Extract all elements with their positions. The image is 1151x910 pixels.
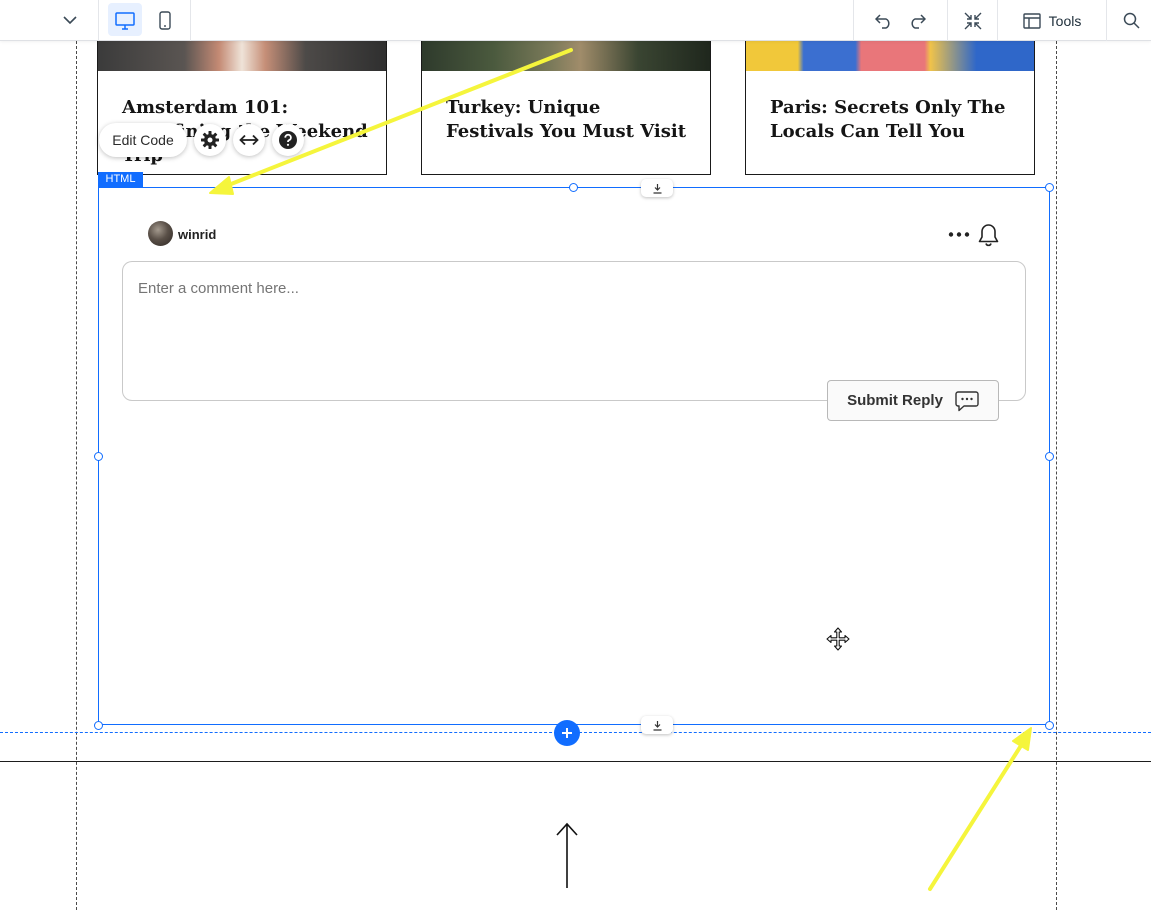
anchor-down-icon <box>653 183 661 194</box>
blog-card-turkey[interactable]: Turkey: Unique Festivals You Must Visit <box>421 41 711 175</box>
mobile-icon <box>159 11 171 30</box>
page-dropdown-button[interactable] <box>55 0 85 41</box>
resize-handle-bottom-left[interactable] <box>94 721 103 730</box>
blog-card-image <box>746 41 1034 71</box>
undo-button[interactable] <box>870 0 898 41</box>
tools-label: Tools <box>1048 12 1082 29</box>
desktop-icon <box>115 11 135 30</box>
element-type-tag: HTML <box>98 172 143 187</box>
anchor-down-icon <box>653 720 661 731</box>
chevron-down-icon <box>63 16 77 25</box>
blog-card-paris[interactable]: Paris: Secrets Only The Locals Can Tell … <box>745 41 1035 175</box>
gear-icon <box>201 131 219 149</box>
mobile-view-button[interactable] <box>150 0 180 41</box>
collapse-icon <box>964 12 982 29</box>
layout-panel-icon <box>1022 12 1041 29</box>
username-label: winrid <box>178 227 217 242</box>
resize-handle-right[interactable] <box>1045 452 1054 461</box>
plus-icon <box>562 728 572 738</box>
blog-card-title: Paris: Secrets Only The Locals Can Tell … <box>770 97 1006 142</box>
search-icon <box>1123 12 1140 29</box>
redo-button[interactable] <box>903 0 931 41</box>
resize-handle-top[interactable] <box>569 183 578 192</box>
blog-card-image <box>422 41 710 71</box>
blog-card-image <box>98 41 386 71</box>
desktop-view-button[interactable] <box>108 0 142 41</box>
section-divider <box>0 761 1151 762</box>
help-icon <box>279 131 297 149</box>
avatar <box>148 221 173 246</box>
chat-bubble-icon <box>955 390 979 411</box>
tools-button[interactable]: Tools <box>1012 0 1092 41</box>
more-dots-icon <box>948 231 970 237</box>
add-section-button[interactable] <box>554 720 580 746</box>
bell-icon <box>978 224 998 247</box>
zoom-out-button[interactable] <box>958 0 988 41</box>
stretch-anchor-bottom[interactable] <box>641 716 673 734</box>
left-gridline <box>76 41 77 910</box>
more-options-button[interactable] <box>946 226 972 242</box>
submit-reply-label: Submit Reply <box>847 392 943 409</box>
search-button[interactable] <box>1116 0 1146 41</box>
resize-handle-top-right[interactable] <box>1045 183 1054 192</box>
edit-code-button[interactable]: Edit Code <box>99 123 187 157</box>
settings-button[interactable] <box>194 124 226 156</box>
annotation-arrow <box>928 727 1032 891</box>
right-gridline <box>1056 41 1057 910</box>
blog-card-title: Turkey: Unique Festivals You Must Visit <box>446 97 687 142</box>
help-button[interactable] <box>272 124 304 156</box>
stretch-anchor-top[interactable] <box>641 179 673 197</box>
resize-handle-bottom-right[interactable] <box>1045 721 1054 730</box>
move-cursor-icon <box>826 627 850 651</box>
submit-reply-button[interactable]: Submit Reply <box>827 380 999 421</box>
up-arrow-icon <box>556 822 578 888</box>
resize-handle-left[interactable] <box>94 452 103 461</box>
redo-icon <box>911 13 926 29</box>
undo-icon <box>875 13 890 29</box>
stretch-arrows-icon <box>239 134 259 146</box>
editor-toolbar: Tools <box>0 0 1151 41</box>
stretch-button[interactable] <box>233 124 265 156</box>
notifications-button[interactable] <box>976 222 1000 248</box>
